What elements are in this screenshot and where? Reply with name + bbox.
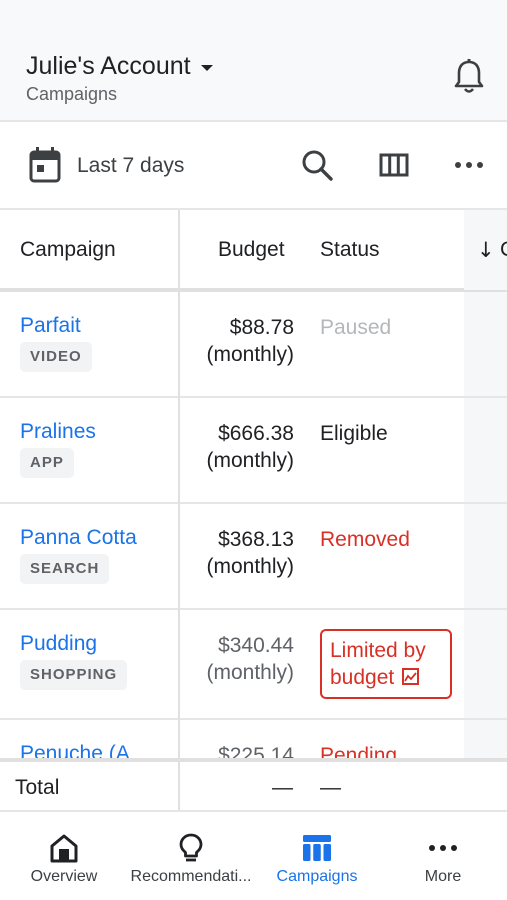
campaign-type-badge: SEARCH: [20, 554, 110, 584]
notifications-bell-icon[interactable]: [452, 58, 486, 96]
total-label: Total: [15, 776, 60, 799]
account-selector[interactable]: Julie's Account: [26, 52, 213, 81]
app-bar: Julie's Account Campaigns: [0, 0, 507, 122]
budget-cell: $666.38 (monthly): [206, 422, 294, 472]
limited-by-budget-status[interactable]: Limited by budget: [320, 629, 452, 699]
table-row[interactable]: Pralines APP $666.38 (monthly) Eligible: [0, 398, 507, 504]
campaign-name-link[interactable]: Pudding: [20, 632, 97, 656]
table-row[interactable]: Pudding SHOPPING $340.44 (monthly) Limit…: [0, 610, 507, 720]
campaign-name-link[interactable]: Panna Cotta: [20, 526, 137, 550]
table-header: Campaign Budget Status ↓ C: [0, 210, 507, 292]
more-options-icon[interactable]: [452, 148, 486, 182]
bottom-navigation: Overview Recommendati... Campaigns More: [0, 810, 507, 900]
dropdown-caret-icon[interactable]: [200, 64, 213, 71]
column-header-status[interactable]: Status: [320, 238, 380, 262]
column-header-partial[interactable]: C: [500, 238, 507, 262]
total-budget: —: [272, 776, 293, 799]
calendar-icon[interactable]: [28, 146, 62, 184]
campaign-name-link[interactable]: Pralines: [20, 420, 96, 444]
total-row: Total — —: [0, 758, 507, 814]
trend-chart-icon[interactable]: [402, 668, 420, 685]
campaigns-table: Campaign Budget Status ↓ C Parfait VIDEO…: [0, 210, 507, 758]
budget-cell: $225.14: [218, 744, 294, 758]
nav-item-more[interactable]: More: [382, 812, 504, 900]
nav-item-overview[interactable]: Overview: [0, 812, 128, 900]
budget-cell: $340.44 (monthly): [206, 634, 294, 684]
column-header-budget[interactable]: Budget: [218, 238, 285, 262]
campaign-name-link[interactable]: Parfait: [20, 314, 81, 338]
account-name[interactable]: Julie's Account: [26, 52, 191, 81]
more-icon: [429, 845, 457, 851]
total-status: —: [320, 776, 341, 799]
columns-icon[interactable]: [377, 148, 411, 182]
status-text: Eligible: [320, 422, 388, 445]
page-subtitle: Campaigns: [26, 84, 118, 104]
campaign-type-badge: SHOPPING: [20, 660, 128, 690]
date-range-label[interactable]: Last 7 days: [77, 154, 184, 178]
home-icon: [50, 834, 78, 863]
campaigns-icon: [303, 835, 331, 861]
budget-cell: $368.13 (monthly): [206, 528, 294, 578]
nav-item-recommendations[interactable]: Recommendati...: [124, 812, 258, 900]
status-text: Paused: [320, 316, 392, 339]
status-text: Removed: [320, 528, 410, 551]
column-header-campaign[interactable]: Campaign: [20, 238, 116, 262]
nav-item-campaigns[interactable]: Campaigns: [256, 812, 378, 900]
toolbar: Last 7 days: [0, 124, 507, 210]
status-text: Pending: [320, 744, 398, 758]
lightbulb-icon: [179, 833, 203, 862]
column-divider: [178, 210, 180, 758]
campaign-name-link[interactable]: Penuche (A: [20, 742, 130, 758]
sort-descending-icon[interactable]: ↓: [477, 238, 495, 262]
search-icon[interactable]: [300, 148, 334, 182]
campaign-type-badge: VIDEO: [20, 342, 92, 372]
table-row[interactable]: Parfait VIDEO $88.78 (monthly) Paused: [0, 292, 507, 398]
campaign-type-badge: APP: [20, 448, 74, 478]
column-divider: [178, 762, 180, 814]
table-row[interactable]: Panna Cotta SEARCH $368.13 (monthly) Rem…: [0, 504, 507, 610]
budget-cell: $88.78 (monthly): [206, 316, 294, 366]
table-row[interactable]: Penuche (A $225.14 Pending: [0, 720, 507, 758]
